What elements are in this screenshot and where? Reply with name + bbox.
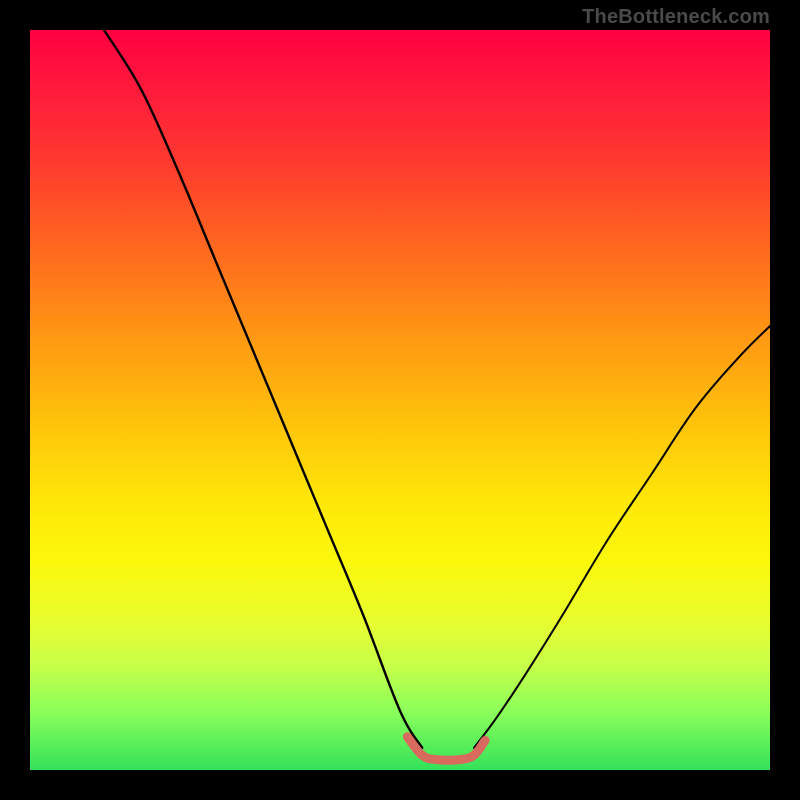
attribution-label: TheBottleneck.com [582,6,770,29]
chart-frame: TheBottleneck.com [0,0,800,800]
chart-svg [30,30,770,770]
right-ascent-curve [474,326,770,748]
plot-area [30,30,770,770]
left-descent-curve [104,30,422,748]
